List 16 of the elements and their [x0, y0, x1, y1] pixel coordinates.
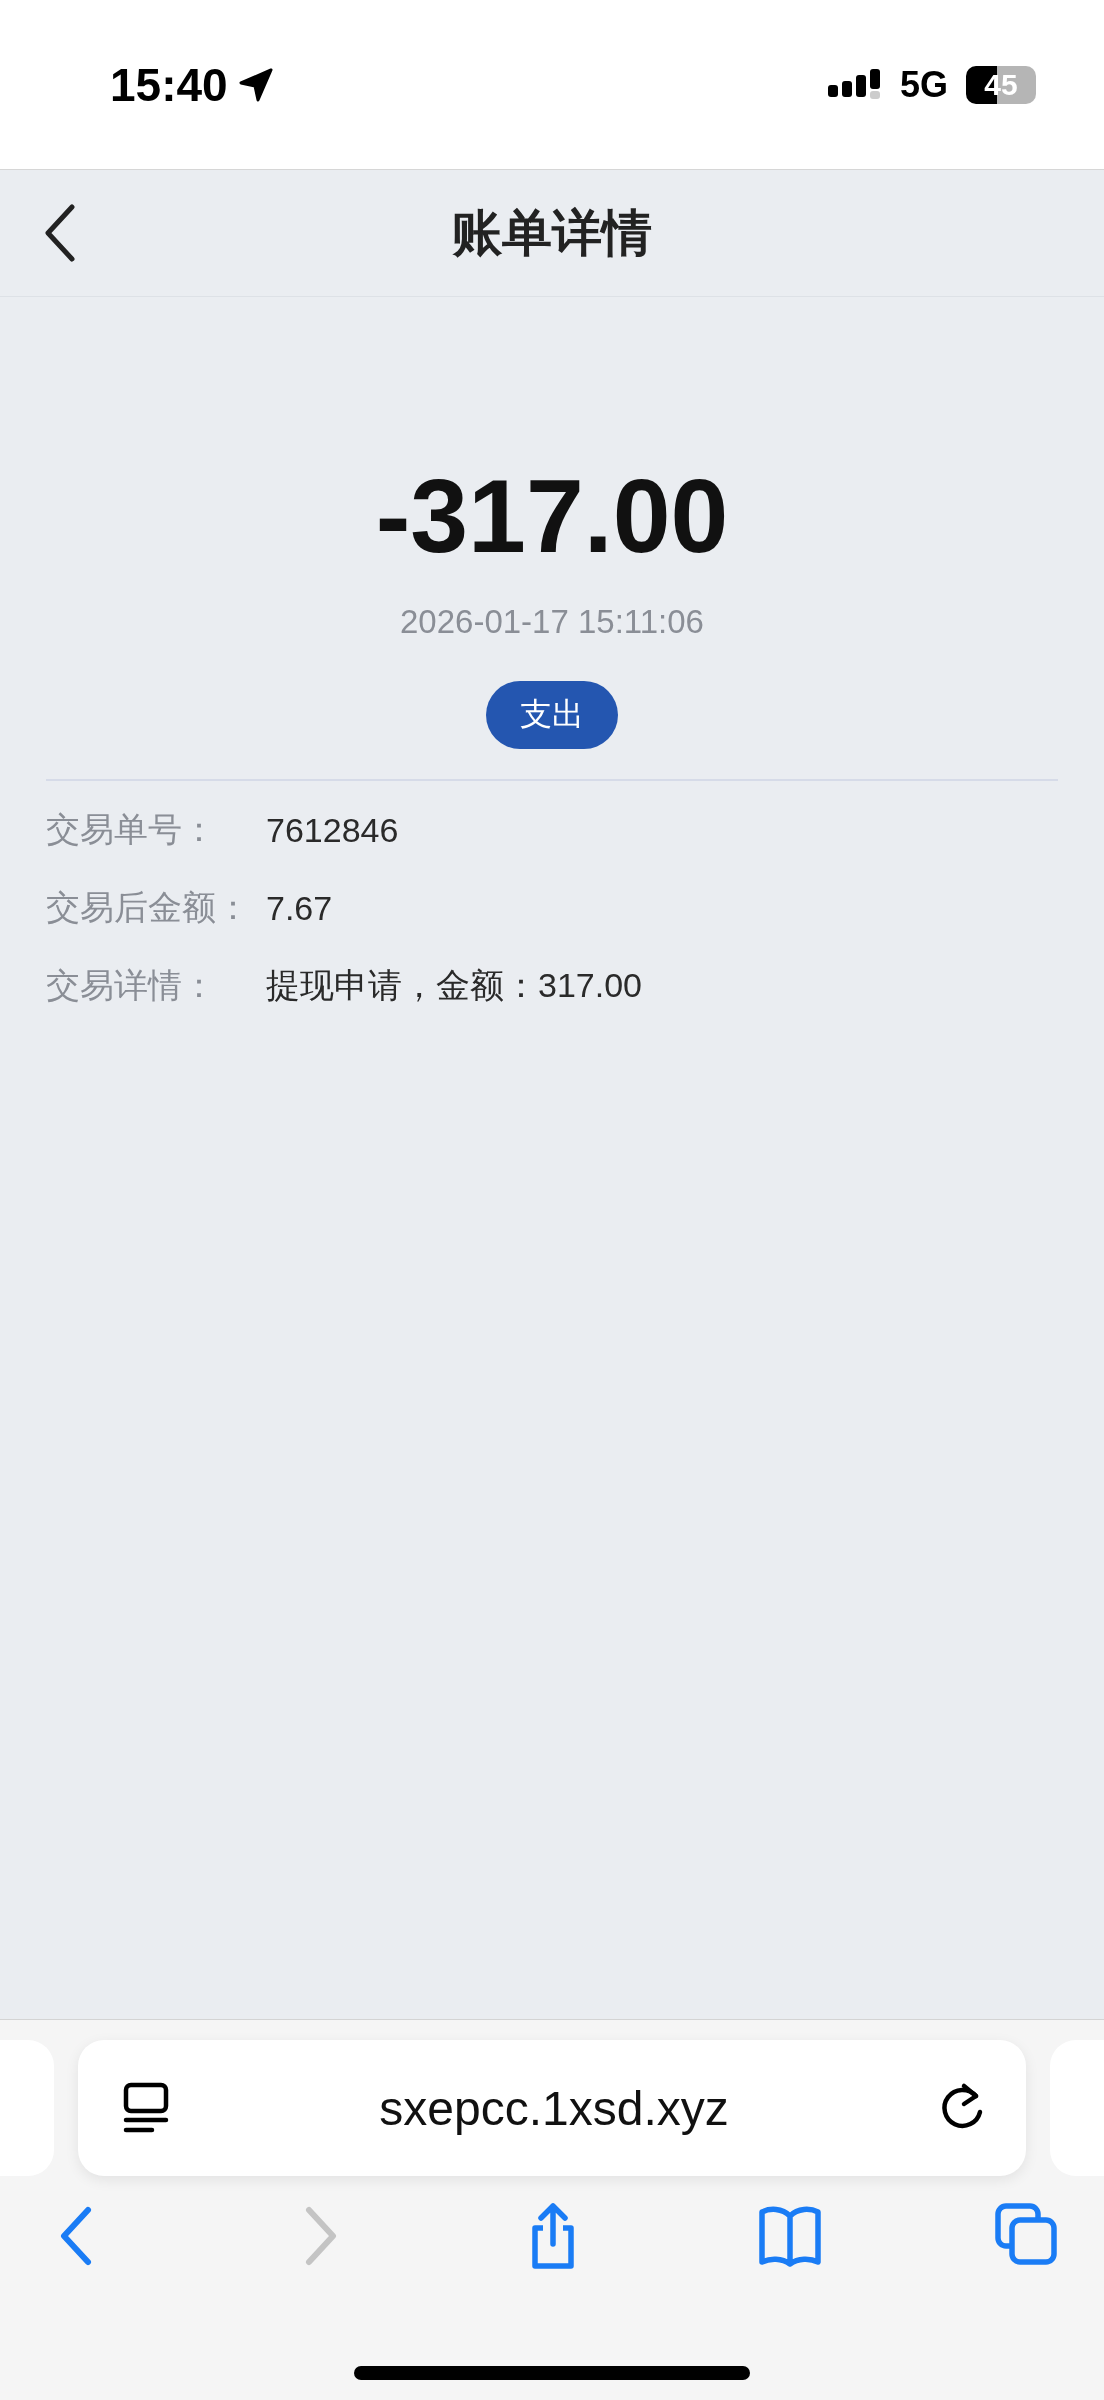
url-text: sxepcc.1xsd.xyz — [379, 2080, 729, 2136]
page-title: 账单详情 — [452, 203, 652, 263]
detail-value: 7612846 — [266, 810, 399, 850]
detail-label: 交易后金额： — [46, 887, 251, 929]
type-badge: 支出 — [486, 681, 618, 750]
detail-label: 交易单号： — [46, 809, 217, 851]
detail-label: 交易详情： — [46, 965, 217, 1007]
location-arrow-icon — [237, 66, 274, 103]
reader-icon[interactable] — [122, 2082, 170, 2134]
detail-value: 提现申请，金额：317.00 — [266, 965, 642, 1007]
detail-value: 7.67 — [266, 888, 333, 928]
clock-time: 15:40 — [110, 57, 228, 112]
network-label: 5G — [899, 63, 948, 106]
amount-text: -317.00 — [375, 459, 729, 574]
address-bar[interactable]: sxepcc.1xsd.xyz — [78, 2040, 1026, 2176]
transaction-date: 2026-01-17 15:11:06 — [400, 603, 704, 642]
